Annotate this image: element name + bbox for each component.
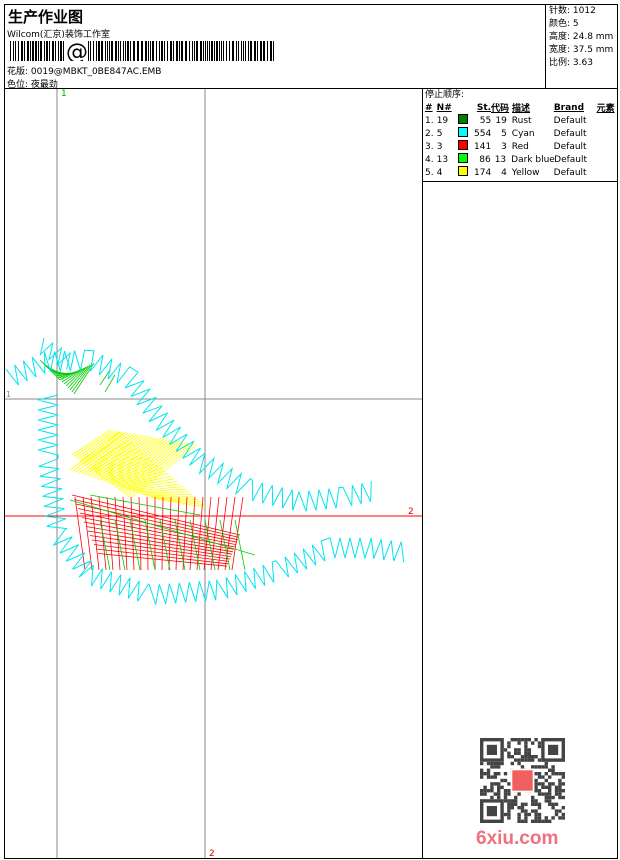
red-fill-stitch	[71, 494, 241, 536]
color-count: 颜色: 5	[549, 19, 579, 29]
col-needle: N#	[436, 102, 452, 113]
red-fill-stitch	[82, 496, 93, 571]
guide-h2-label: 2	[408, 507, 414, 517]
col-element: 元素	[596, 104, 615, 114]
watermark-logo: 6xiu.com	[476, 828, 559, 849]
row-stitches: 86	[479, 154, 491, 165]
row-description: Cyan	[511, 128, 535, 139]
yellow-fill-stitch	[77, 431, 120, 460]
table-header: # N# St. 代码 描述 Brand 元素	[425, 101, 616, 115]
scale: 比例: 3.63	[549, 58, 593, 68]
color-swatch	[458, 140, 469, 150]
guide-v2-label: 2	[209, 849, 215, 858]
red-fill-stitch	[138, 496, 142, 571]
qr-code	[480, 738, 565, 823]
stitch-count: 针数: 1012	[549, 6, 596, 16]
col-index: #	[425, 102, 433, 113]
row-needle: 4	[436, 167, 443, 178]
yellow-fill-stitch	[135, 488, 187, 493]
row-stitches: 174	[474, 167, 492, 178]
row-code: 13	[494, 154, 507, 165]
yellow-fill-stitch	[115, 440, 177, 489]
col-brand: Brand	[553, 102, 585, 113]
row-stitches: 55	[479, 115, 492, 126]
row-index: 1.	[425, 115, 434, 126]
design-height: 高度: 24.8 mm	[549, 32, 614, 42]
guide-v1-label: 1	[61, 89, 67, 99]
company-name: Wilcom(汇京)装饰工作室	[7, 30, 110, 40]
color-swatch	[458, 127, 469, 137]
barcode-at-symbol: @	[66, 41, 88, 61]
color-swatch	[458, 114, 469, 124]
yellow-fill-stitch	[138, 491, 190, 494]
green-stitch	[234, 519, 246, 571]
row-description: Red	[511, 141, 529, 152]
col-description: 描述	[512, 104, 531, 114]
table-row: 3. 3 141 3 Red Default	[425, 140, 616, 153]
row-needle: 19	[436, 115, 449, 126]
row-code: 4	[501, 167, 507, 178]
design-file: 花版: 0019@MBKT_0BE847AC.EMB	[7, 67, 162, 77]
row-index: 2.	[425, 128, 434, 139]
row-description: Yellow	[511, 167, 540, 178]
color-swatch	[457, 153, 468, 163]
row-code: 3	[501, 141, 507, 152]
row-description: Rust	[511, 115, 532, 126]
row-index: 4.	[425, 154, 434, 165]
row-needle: 13	[436, 154, 449, 165]
row-needle: 3	[436, 141, 443, 152]
yellow-fill-stitch	[109, 439, 168, 484]
green-stitch	[114, 519, 126, 571]
page-title: 生产作业图	[8, 8, 84, 26]
row-stitches: 141	[474, 141, 492, 152]
row-brand: Default	[553, 167, 587, 178]
row-code: 5	[501, 128, 507, 139]
row-index: 5.	[425, 167, 434, 178]
row-stitches: 554	[474, 128, 492, 139]
table-row: 2. 5 554 5 Cyan Default	[425, 127, 616, 140]
col-stitches: St.	[476, 102, 492, 113]
red-fill-stitch	[168, 496, 172, 571]
row-description: Dark blue	[511, 154, 555, 165]
green-stitch	[104, 374, 116, 393]
yellow-fill-stitch	[71, 429, 111, 456]
stats-panel: 针数: 1012 颜色: 5 高度: 24.8 mm 宽度: 37.5 mm 比…	[545, 4, 618, 89]
header: 生产作业图 Wilcom(汇京)装饰工作室 @ 花版: 0019@MBKT_0B…	[4, 4, 618, 90]
guide-h1-label: 1	[6, 390, 11, 399]
col-code: 代码	[491, 104, 510, 114]
row-needle: 5	[436, 128, 443, 139]
red-fill-stitch	[210, 496, 220, 571]
color-swatch	[458, 166, 469, 176]
row-code: 19	[495, 115, 507, 126]
table-row: 4. 13 86 13 Dark blue Default	[425, 153, 616, 166]
design-canvas: 1 2 1 2	[5, 89, 422, 858]
row-brand: Default	[553, 128, 587, 139]
row-brand: Default	[553, 115, 587, 126]
table-row: 1. 19 55 19 Rust Default	[425, 114, 616, 127]
yellow-fill-stitch	[91, 434, 141, 471]
table-row: 5. 4 174 4 Yellow Default	[425, 166, 616, 179]
row-index: 3.	[425, 141, 434, 152]
row-brand: Default	[554, 154, 588, 165]
stop-sequence-title: 停止顺序:	[425, 90, 465, 100]
design-width: 宽度: 37.5 mm	[549, 45, 614, 55]
row-brand: Default	[553, 141, 587, 152]
barcode: @	[10, 41, 274, 61]
